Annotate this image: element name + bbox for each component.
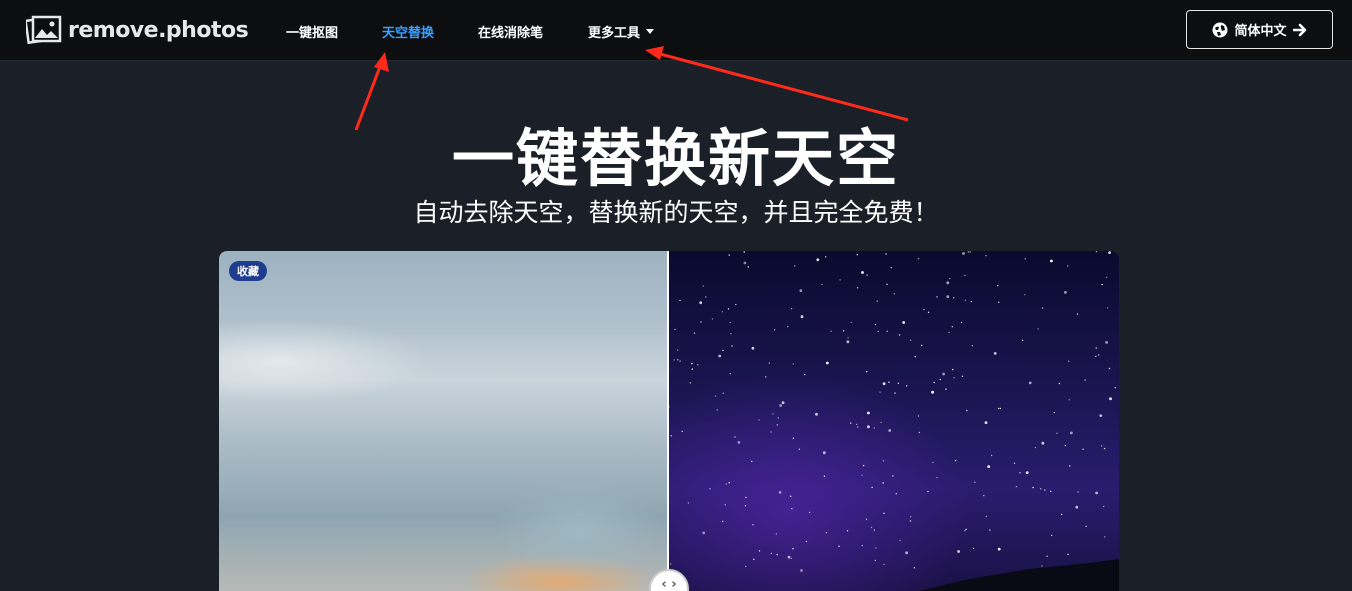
- language-label: 简体中文: [1234, 24, 1287, 39]
- comparison-divider: [667, 251, 669, 591]
- nav-item-eraser[interactable]: 在线消除笔: [478, 22, 543, 41]
- nav-item-sky-replace[interactable]: 天空替换: [382, 22, 434, 41]
- nav-item-cutout[interactable]: 一键抠图: [286, 22, 338, 41]
- nav-more-tools-label: 更多工具: [588, 26, 641, 41]
- favorite-badge[interactable]: 收藏: [229, 261, 267, 281]
- page-subtitle: 自动去除天空，替换新的天空，并且完全免费！: [413, 198, 939, 227]
- site-logo[interactable]: remove.photos: [26, 13, 249, 47]
- page-title: 一键替换新天空: [451, 122, 900, 195]
- top-navigation-bar: remove.photos 一键抠图 天空替换 在线消除笔 更多工具 简体中文: [0, 0, 1352, 61]
- globe-icon: [1212, 22, 1228, 37]
- nav-item-more-tools[interactable]: 更多工具: [588, 22, 655, 41]
- caret-down-icon: [646, 29, 655, 34]
- logo-text: remove.photos: [68, 17, 249, 43]
- before-image-cloudy-sky: [219, 251, 669, 591]
- photos-icon: [26, 15, 62, 45]
- arrow-right-icon: [1292, 23, 1306, 36]
- after-image-starry-sky: [669, 251, 1119, 591]
- language-switch-button[interactable]: 简体中文: [1186, 10, 1333, 49]
- before-after-comparison[interactable]: 收藏 ‹ ›: [219, 251, 1119, 591]
- mountain-silhouette: [919, 559, 1119, 591]
